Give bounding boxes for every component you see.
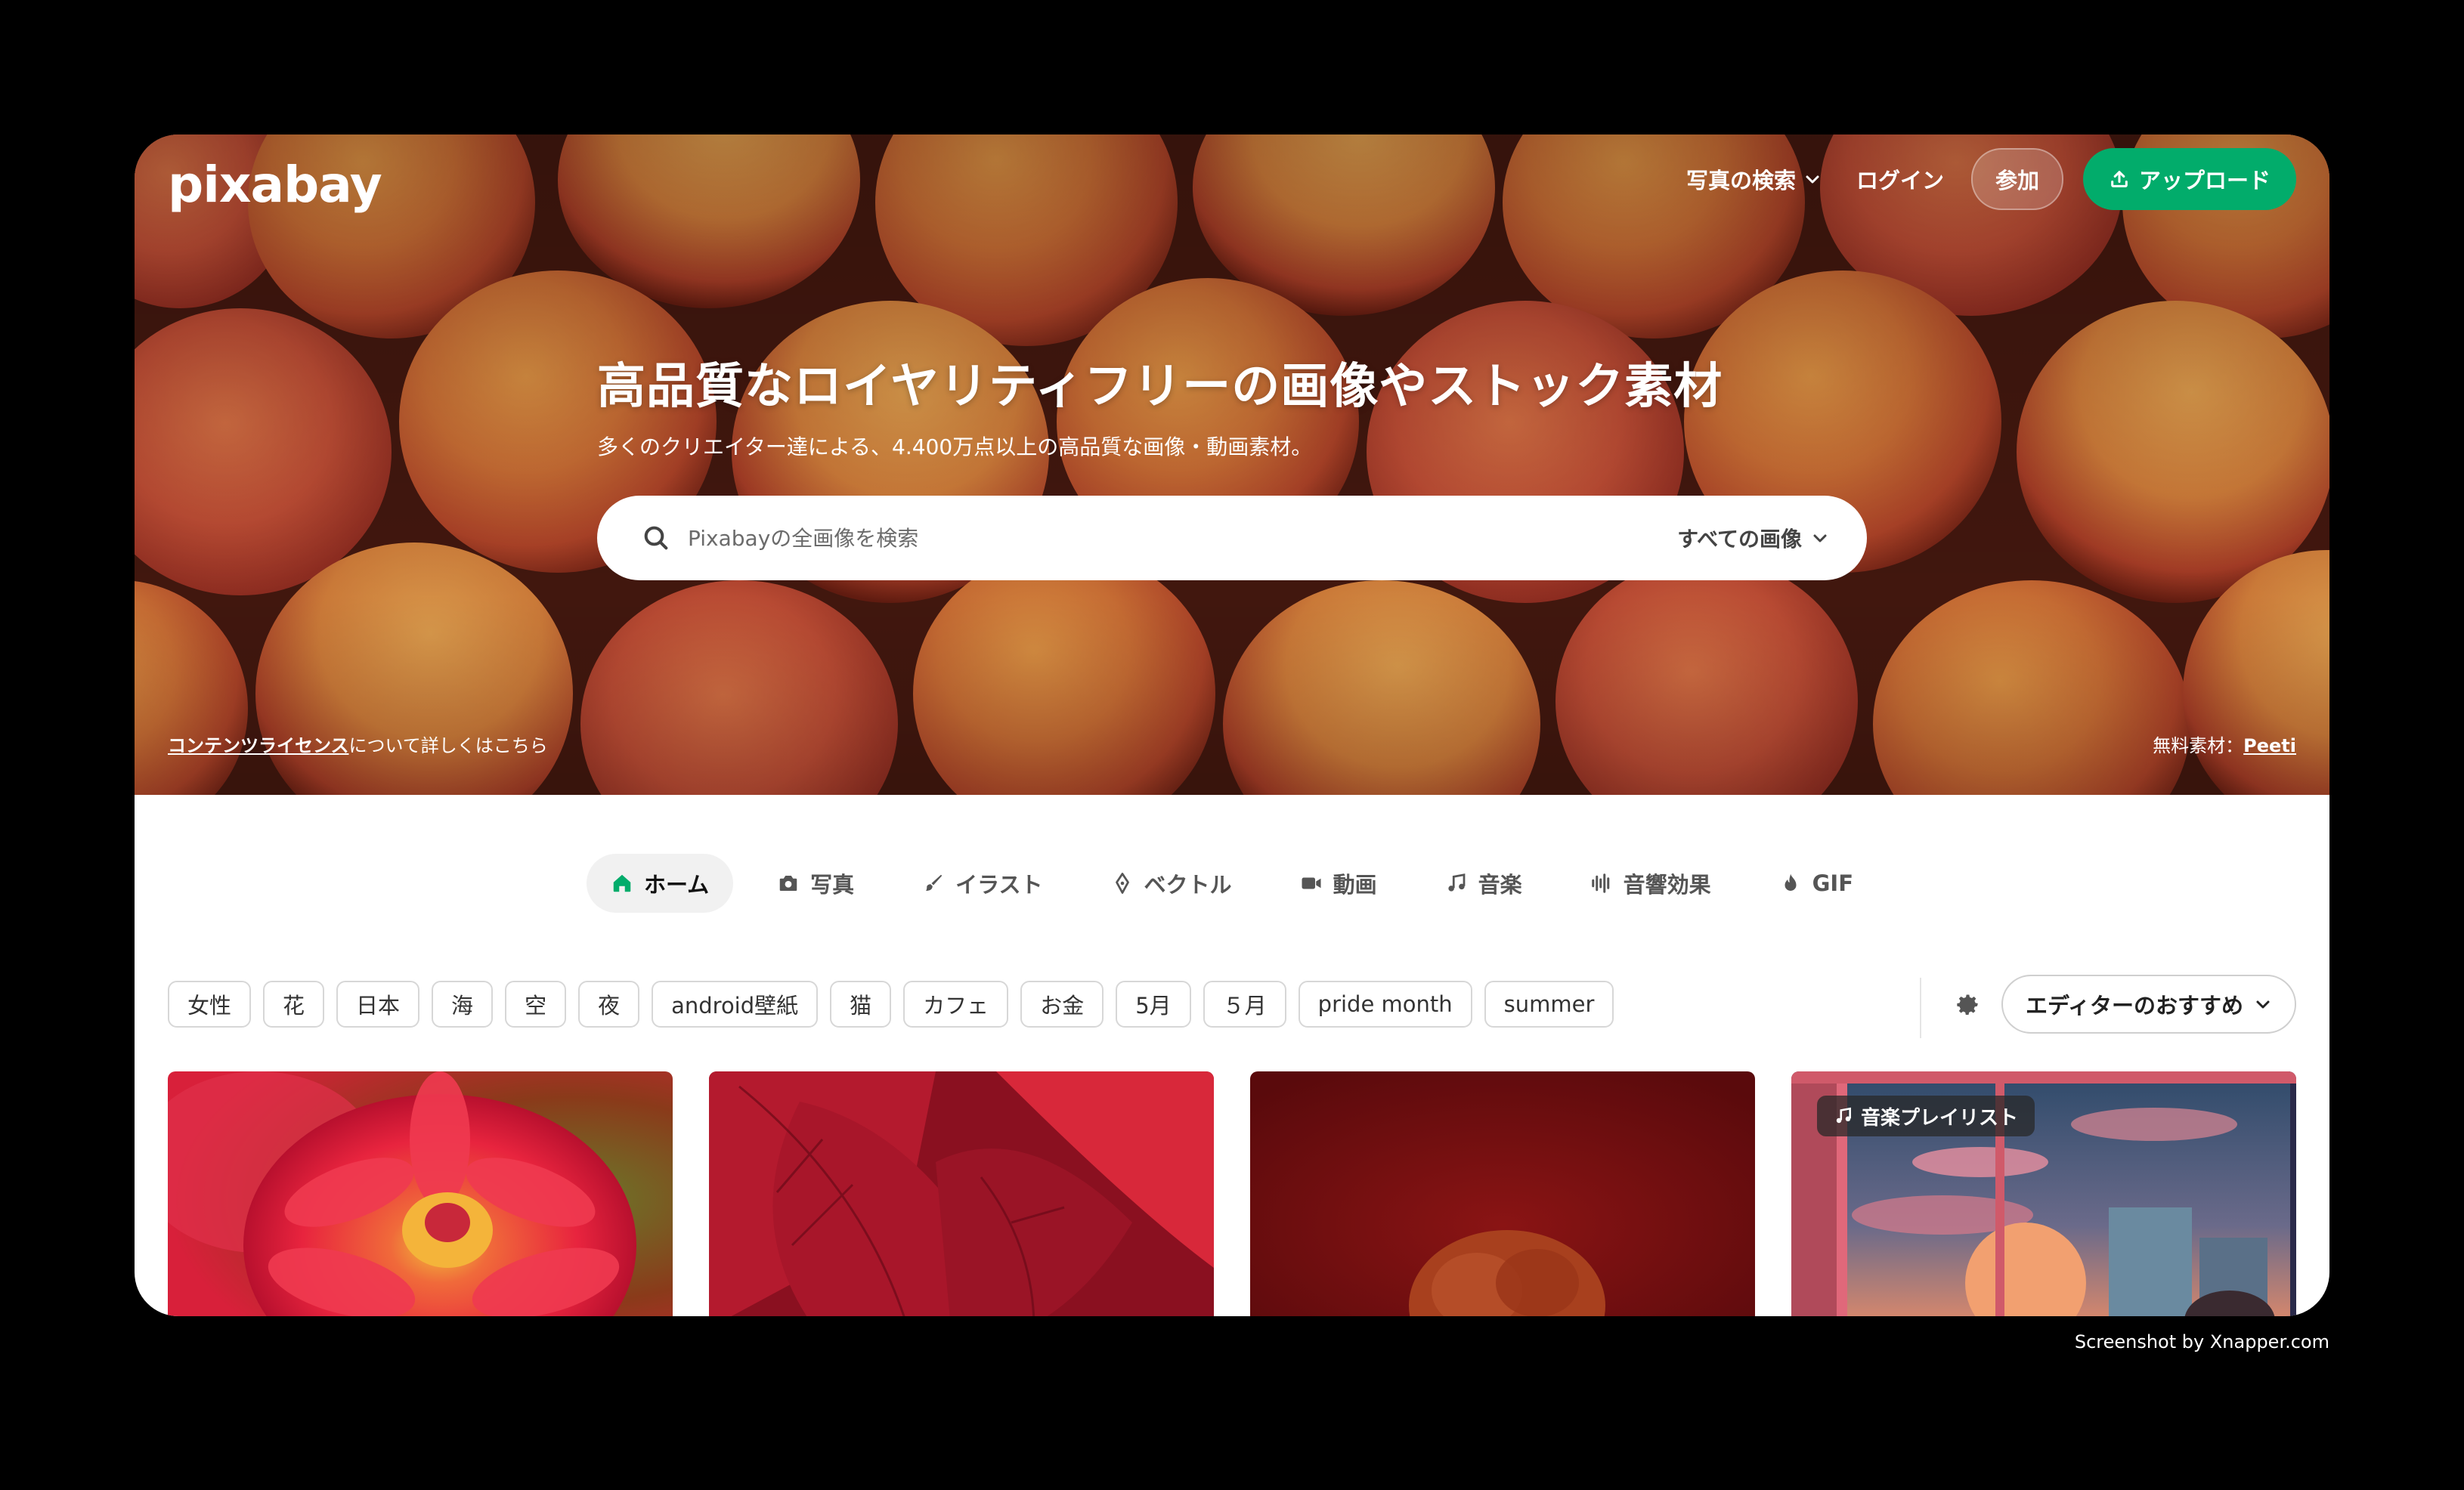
gallery-card-music-playlist[interactable]: 音楽プレイリスト <box>1791 1071 2296 1316</box>
upload-button[interactable]: アップロード <box>2082 148 2296 210</box>
upload-icon <box>2111 171 2128 187</box>
pen-nib-icon <box>1115 873 1129 894</box>
gallery-card-red-leaves[interactable] <box>709 1071 1214 1316</box>
gallery-card-dahlia[interactable] <box>168 1071 673 1316</box>
chevron-down-icon <box>1806 175 1819 184</box>
join-button[interactable]: 参加 <box>1970 148 2063 210</box>
waveform-icon <box>1591 873 1609 893</box>
explore-menu-label: 写真の検索 <box>1685 168 1796 193</box>
media-type-tabs: ホーム 写真 イラスト ベクトル 動画 音楽 音響効果 GIF <box>135 854 2329 913</box>
camera-icon <box>779 876 797 891</box>
tag-chip[interactable]: ５月 <box>1203 981 1286 1028</box>
music-note-icon <box>1447 873 1465 892</box>
search-type-label: すべての画像 <box>1677 527 1802 552</box>
hero-overlay <box>135 134 2329 795</box>
image-credit: 無料素材：Peeti <box>2153 731 2296 757</box>
pixabay-logo[interactable]: pixabay <box>168 156 382 214</box>
credit-author-link[interactable]: Peeti <box>2243 735 2296 756</box>
tab-label: ホーム <box>643 872 710 898</box>
sort-dropdown[interactable]: エディターのおすすめ <box>2001 975 2296 1034</box>
tab-label: ベクトル <box>1144 872 1232 898</box>
home-icon <box>613 874 631 892</box>
search-input[interactable] <box>686 524 1596 552</box>
tag-chip[interactable]: 花 <box>263 981 325 1028</box>
tag-chip[interactable]: お金 <box>1020 981 1104 1028</box>
tag-chip[interactable]: 夜 <box>578 981 640 1028</box>
tab-illustrations[interactable]: イラスト <box>898 854 1066 913</box>
red-leaves-photo <box>709 1071 1214 1316</box>
hero-title: 高品質なロイヤリティフリーの画像やストック素材 <box>597 359 1723 415</box>
explore-menu[interactable]: 写真の検索 <box>1679 163 1829 195</box>
brush-icon <box>926 874 943 891</box>
tag-chip[interactable]: 海 <box>432 981 494 1028</box>
tag-chip[interactable]: 女性 <box>168 981 252 1028</box>
tab-label: 写真 <box>810 872 855 898</box>
image-gallery: 音楽プレイリスト <box>168 1071 2296 1316</box>
tab-label: イラスト <box>955 872 1043 898</box>
tag-chip[interactable]: pride month <box>1298 981 1472 1028</box>
tab-photos[interactable]: 写真 <box>753 854 878 913</box>
license-notice: コンテンツライセンスについて詳しくはこちら <box>168 731 548 757</box>
license-link[interactable]: コンテンツライセンス <box>168 735 349 756</box>
credit-prefix: 無料素材： <box>2153 735 2244 756</box>
gear-icon[interactable] <box>1952 990 1982 1020</box>
search-icon <box>644 526 668 550</box>
tab-label: 音響効果 <box>1623 872 1711 898</box>
browser-window: pixabay 写真の検索 ログイン 参加 アップロード 高品質なロイヤリティフ… <box>135 134 2329 1316</box>
music-playlist-badge: 音楽プレイリスト <box>1817 1096 2035 1136</box>
tag-chip[interactable]: 5月 <box>1116 981 1191 1028</box>
search-bar: すべての画像 <box>597 496 1867 580</box>
tab-videos[interactable]: 動画 <box>1276 854 1401 913</box>
chevron-down-icon <box>1813 534 1827 543</box>
music-note-icon <box>1836 1107 1851 1124</box>
tab-label: 音楽 <box>1478 872 1522 898</box>
license-text: について詳しくはこちら <box>348 735 548 756</box>
tag-chip[interactable]: カフェ <box>903 981 1009 1028</box>
tab-home[interactable]: ホーム <box>586 854 734 913</box>
chips-divider <box>1920 978 1921 1038</box>
tag-chip[interactable]: 空 <box>505 981 567 1028</box>
video-icon <box>1302 877 1321 889</box>
tag-chip[interactable]: android壁紙 <box>652 981 819 1028</box>
tab-gif[interactable]: GIF <box>1755 854 1877 913</box>
badge-label: 音楽プレイリスト <box>1861 1106 2019 1130</box>
tab-label: 動画 <box>1333 872 1377 898</box>
top-nav: 写真の検索 ログイン 参加 アップロード <box>1679 148 2296 210</box>
upload-button-label: アップロード <box>2138 168 2271 193</box>
tab-label: GIF <box>1812 870 1854 896</box>
dahlia-photo <box>168 1071 673 1316</box>
screenshot-watermark: Screenshot by Xnapper.com <box>2074 1331 2329 1352</box>
tag-chip[interactable]: 猫 <box>830 981 892 1028</box>
flame-icon <box>1785 873 1797 891</box>
hero-banner: pixabay 写真の検索 ログイン 参加 アップロード 高品質なロイヤリティフ… <box>135 134 2329 795</box>
tag-chip-bar: 女性 花 日本 海 空 夜 android壁紙 猫 カフェ お金 5月 ５月 p… <box>168 981 1614 1028</box>
search-type-dropdown[interactable]: すべての画像 <box>1677 496 1829 580</box>
chevron-down-icon <box>2256 1000 2270 1009</box>
tag-chip[interactable]: summer <box>1484 981 1614 1028</box>
sort-label: エディターのおすすめ <box>2026 993 2243 1019</box>
tab-sound-effects[interactable]: 音響効果 <box>1566 854 1735 913</box>
tag-chip[interactable]: 日本 <box>336 981 420 1028</box>
tab-music[interactable]: 音楽 <box>1421 854 1546 913</box>
red-tree-photo <box>1250 1071 1755 1316</box>
tab-vectors[interactable]: ベクトル <box>1087 854 1256 913</box>
hero-subtitle: 多くのクリエイター達による、4.400万点以上の高品質な画像・動画素材。 <box>597 434 1313 459</box>
gallery-card-red-tree[interactable] <box>1250 1071 1755 1316</box>
login-link[interactable]: ログイン <box>1849 163 1952 195</box>
